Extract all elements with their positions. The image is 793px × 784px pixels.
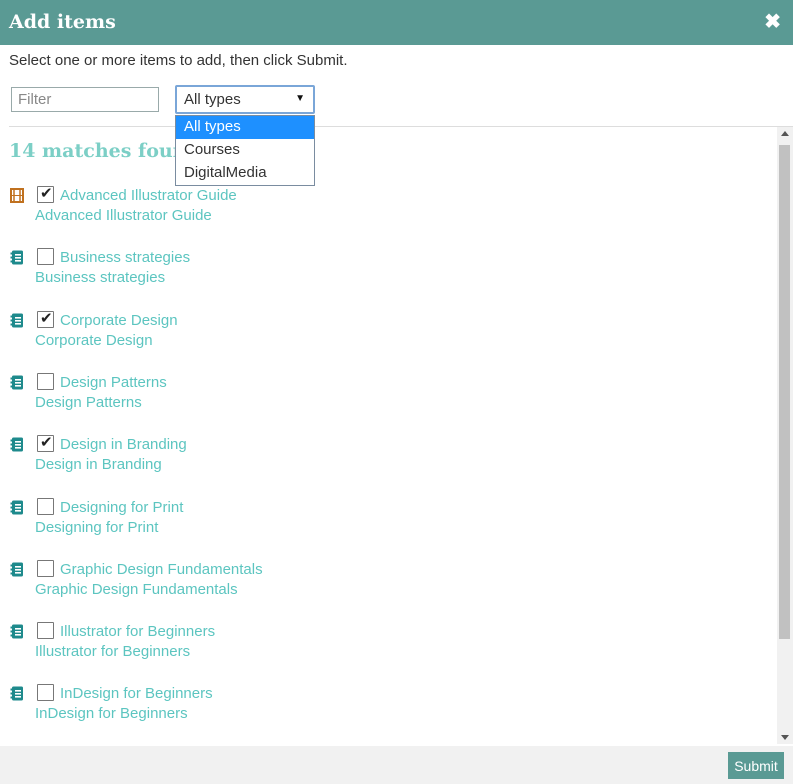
book-icon [10, 375, 24, 390]
type-option-courses[interactable]: Courses [176, 139, 314, 162]
type-option-digitalmedia[interactable]: DigitalMedia [176, 162, 314, 185]
item-checkbox[interactable] [37, 498, 54, 515]
type-option-all[interactable]: All types [176, 116, 314, 139]
scrollbar[interactable] [777, 127, 793, 744]
item-name-link[interactable]: Design Patterns [60, 374, 167, 391]
book-icon [10, 624, 24, 639]
list-item: Illustrator for Beginners Illustrator for… [0, 621, 600, 671]
item-name-link[interactable]: Business strategies [60, 249, 190, 266]
caret-down-icon: ▼ [295, 93, 305, 104]
scroll-up-arrow-icon[interactable] [781, 131, 789, 136]
item-subtitle-link[interactable]: InDesign for Beginners [35, 705, 188, 722]
book-icon [10, 313, 24, 328]
matches-count: 14 matches found [9, 140, 200, 162]
scroll-down-arrow-icon[interactable] [781, 735, 789, 740]
item-name-link[interactable]: Design in Branding [60, 436, 187, 453]
item-subtitle-link[interactable]: Advanced Illustrator Guide [35, 207, 212, 224]
item-checkbox[interactable]: ✔ [37, 185, 54, 203]
filter-input[interactable] [11, 87, 159, 112]
item-checkbox[interactable] [37, 560, 54, 577]
item-subtitle-link[interactable]: Corporate Design [35, 332, 153, 349]
item-checkbox[interactable] [37, 684, 54, 701]
checkmark-icon: ✔ [40, 434, 53, 451]
item-checkbox[interactable]: ✔ [37, 434, 54, 452]
film-icon [10, 188, 24, 203]
item-checkbox[interactable]: ✔ [37, 310, 54, 328]
checkmark-icon: ✔ [40, 185, 53, 202]
checkmark-icon: ✔ [40, 310, 53, 327]
item-name-link[interactable]: Advanced Illustrator Guide [60, 187, 237, 204]
item-subtitle-link[interactable]: Graphic Design Fundamentals [35, 581, 238, 598]
item-subtitle-link[interactable]: Design in Branding [35, 456, 162, 473]
type-select-value: All types [184, 91, 241, 108]
book-icon [10, 250, 24, 265]
dialog-header: Add items ✖ [0, 0, 793, 45]
item-name-link[interactable]: Designing for Print [60, 499, 183, 516]
list-item: Designing for Print Designing for Print [0, 497, 600, 547]
dialog-title: Add items [9, 11, 116, 33]
item-name-link[interactable]: InDesign for Beginners [60, 685, 213, 702]
instruction-text: Select one or more items to add, then cl… [9, 52, 348, 69]
item-checkbox[interactable] [37, 248, 54, 265]
list-item: ✔ Corporate Design Corporate Design [0, 310, 600, 360]
divider [9, 126, 793, 127]
item-name-link[interactable]: Graphic Design Fundamentals [60, 561, 263, 578]
item-checkbox[interactable] [37, 622, 54, 639]
item-subtitle-link[interactable]: Illustrator for Beginners [35, 643, 190, 660]
list-item: ✔ Design in Branding Design in Branding [0, 434, 600, 484]
list-item: InDesign for Beginners InDesign for Begin… [0, 683, 600, 733]
type-dropdown-list: All types Courses DigitalMedia [175, 115, 315, 186]
item-checkbox[interactable] [37, 373, 54, 390]
book-icon [10, 500, 24, 515]
item-subtitle-link[interactable]: Business strategies [35, 269, 165, 286]
dialog-footer: Submit [0, 746, 793, 784]
item-name-link[interactable]: Corporate Design [60, 312, 178, 329]
book-icon [10, 562, 24, 577]
item-subtitle-link[interactable]: Designing for Print [35, 519, 158, 536]
list-item: Design Patterns Design Patterns [0, 372, 600, 422]
type-select[interactable]: All types ▼ [175, 85, 315, 114]
book-icon [10, 686, 24, 701]
scrollbar-thumb[interactable] [779, 145, 790, 639]
item-name-link[interactable]: Illustrator for Beginners [60, 623, 215, 640]
submit-button[interactable]: Submit [728, 752, 784, 779]
close-icon[interactable]: ✖ [764, 11, 781, 33]
book-icon [10, 437, 24, 452]
list-item: Business strategies Business strategies [0, 247, 600, 297]
list-item: Graphic Design Fundamentals Graphic Desig… [0, 559, 600, 609]
item-subtitle-link[interactable]: Design Patterns [35, 394, 142, 411]
list-item: ✔ Advanced Illustrator Guide Advanced Illu… [0, 185, 600, 235]
